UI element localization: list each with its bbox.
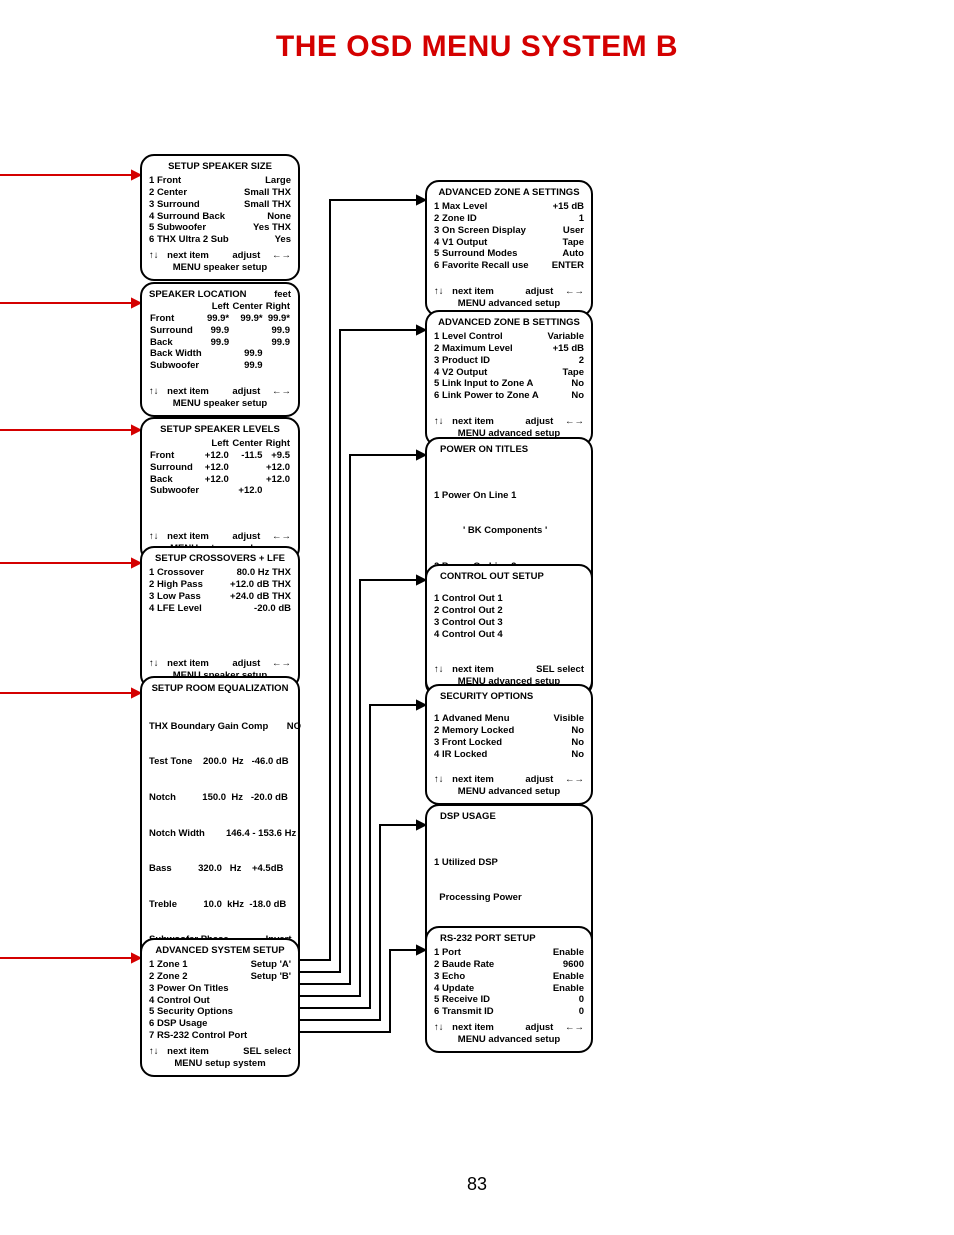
up-down-icon	[434, 416, 444, 428]
left-right-icon	[562, 416, 584, 428]
left-right-icon	[562, 1022, 584, 1034]
box-speaker-location: SPEAKER LOCATIONfeet LeftCenterRight Fro…	[140, 282, 300, 417]
grid: LeftCenterRight Front+12.0-11.5+9.5 Surr…	[149, 438, 291, 497]
heading: SETUP CROSSOVERS + LFE	[149, 553, 291, 565]
menu-line: MENU speaker setup	[149, 398, 291, 410]
up-down-icon	[434, 664, 444, 676]
heading: SPEAKER LOCATION	[149, 289, 246, 301]
box-speaker-size: SETUP SPEAKER SIZE 1 FrontLarge 2 Center…	[140, 154, 300, 281]
heading: SETUP SPEAKER SIZE	[149, 161, 291, 173]
box-adv-zone-a: ADVANCED ZONE A SETTINGS 1 Max Level+15 …	[425, 180, 593, 317]
heading: CONTROL OUT SETUP	[434, 571, 584, 583]
box-security: SECURITY OPTIONS 1 Advaned MenuVisible 2…	[425, 684, 593, 805]
heading: ADVANCED ZONE A SETTINGS	[434, 187, 584, 199]
left-right-icon	[269, 386, 291, 398]
heading: ADVANCED SYSTEM SETUP	[149, 945, 291, 957]
up-down-icon	[149, 250, 159, 262]
menu-line: MENU speaker setup	[149, 262, 291, 274]
left-right-icon	[269, 531, 291, 543]
up-down-icon	[149, 658, 159, 670]
box-adv-zone-b: ADVANCED ZONE B SETTINGS 1 Level Control…	[425, 310, 593, 447]
box-speaker-levels: SETUP SPEAKER LEVELS LeftCenterRight Fro…	[140, 417, 300, 562]
left-right-icon	[269, 658, 291, 670]
menu-line: MENU advanced setup	[434, 786, 584, 798]
box-rs232: RS-232 PORT SETUP 1 PortEnable 2 Baude R…	[425, 926, 593, 1053]
left-right-icon	[562, 774, 584, 786]
up-down-icon	[149, 1046, 159, 1058]
heading: SETUP SPEAKER LEVELS	[149, 424, 291, 436]
footer: next item adjust	[149, 250, 291, 262]
heading: RS-232 PORT SETUP	[434, 933, 584, 945]
up-down-icon	[149, 386, 159, 398]
menu-line: MENU setup system	[149, 1058, 291, 1070]
left-right-icon	[269, 250, 291, 262]
page: THE OSD MENU SYSTEM B	[0, 0, 954, 1235]
heading: DSP USAGE	[434, 811, 584, 823]
grid: LeftCenterRight Front99.9*99.9*99.9* Sur…	[149, 301, 291, 372]
box-crossovers: SETUP CROSSOVERS + LFE 1 Crossover80.0 H…	[140, 546, 300, 689]
up-down-icon	[434, 286, 444, 298]
menu-line: MENU advanced setup	[434, 298, 584, 310]
page-number: 83	[0, 1174, 954, 1195]
lines: THX Boundary Gain Comp NO Test Tone 200.…	[149, 697, 291, 970]
up-down-icon	[434, 774, 444, 786]
menu-line: MENU advanced setup	[434, 1034, 584, 1046]
rows: 1 FrontLarge 2 CenterSmall THX 3 Surroun…	[149, 175, 291, 246]
heading: POWER ON TITLES	[434, 444, 584, 456]
up-down-icon	[434, 1022, 444, 1034]
heading: ADVANCED ZONE B SETTINGS	[434, 317, 584, 329]
left-right-icon	[562, 286, 584, 298]
heading: SETUP ROOM EQUALIZATION	[149, 683, 291, 695]
heading: SECURITY OPTIONS	[434, 691, 584, 703]
box-advanced-system-setup: ADVANCED SYSTEM SETUP 1 Zone 1Setup 'A' …	[140, 938, 300, 1077]
lines: 1 Control Out 1 2 Control Out 2 3 Contro…	[434, 593, 584, 641]
box-control-out: CONTROL OUT SETUP 1 Control Out 1 2 Cont…	[425, 564, 593, 695]
up-down-icon	[149, 531, 159, 543]
